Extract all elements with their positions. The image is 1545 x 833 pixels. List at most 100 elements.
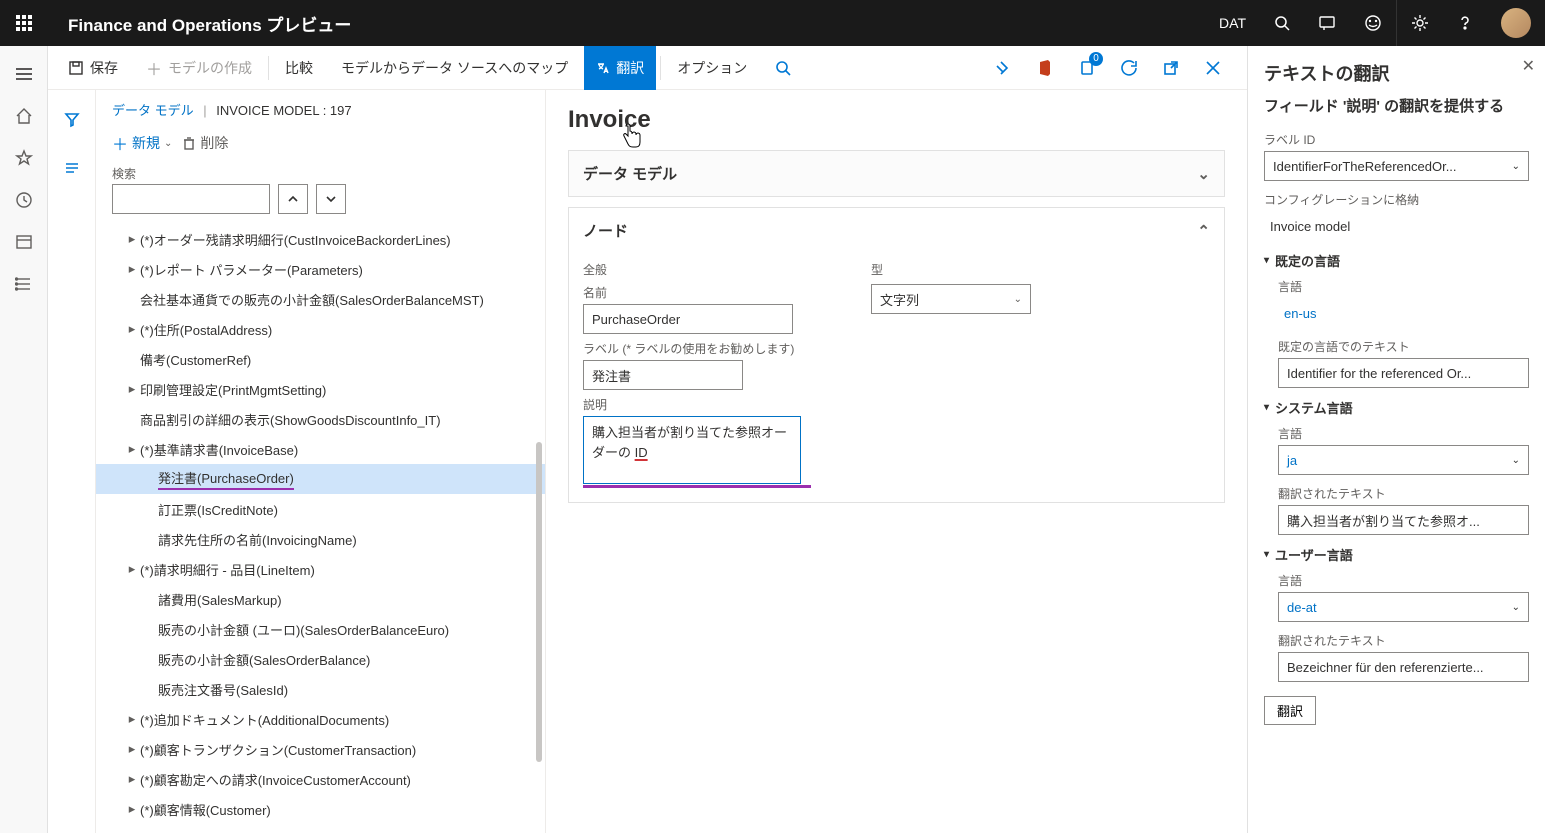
tree-node-label: (*)請求明細行 - 品目(LineItem) [140,560,315,579]
search-input[interactable] [112,184,270,214]
name-label: 名前 [583,284,811,301]
caret-icon[interactable]: ▸ [124,231,140,247]
settings-icon[interactable] [1397,0,1443,46]
new-button[interactable]: ＋新規⌄ [112,131,172,155]
default-text-field[interactable]: Identifier for the referenced Or... [1278,358,1529,388]
translate-button[interactable]: 翻訳 [584,46,656,90]
caret-icon[interactable]: ▸ [124,801,140,817]
company-picker[interactable]: DAT [1205,0,1260,46]
default-language-section[interactable]: 既定の言語 [1264,251,1529,270]
tree-node[interactable]: ▸印刷管理設定(PrintMgmtSetting) [96,374,545,404]
caret-icon[interactable]: ▸ [124,771,140,787]
tree-node-label: 訂正票(IsCreditNote) [158,500,278,519]
search-command-icon[interactable] [763,46,803,90]
map-to-datasource-button[interactable]: モデルからデータ ソースへのマップ [329,46,580,90]
description-field[interactable]: 購入担当者が割り当てた参照オーダーの ID [583,416,801,484]
tree-node[interactable]: ▸(*)顧客情報(Customer) [96,794,545,824]
tree-node-label: (*)顧客情報(Customer) [140,800,271,819]
tree-node[interactable]: 備考(CustomerRef) [96,344,545,374]
tree-node[interactable]: 販売注文番号(SalesId) [96,674,545,704]
system-translated-label: 翻訳されたテキスト [1278,485,1529,502]
tree-node[interactable]: 諸費用(SalesMarkup) [96,584,545,614]
chevron-down-icon[interactable]: ⌄ [1197,165,1210,183]
home-icon[interactable] [0,96,48,136]
tree-node[interactable]: 会社基本通貨での販売の小計金額(SalesOrderBalanceMST) [96,284,545,314]
list-toggle-icon[interactable] [48,148,96,188]
caret-icon[interactable]: ▸ [124,741,140,757]
form-panel: Invoice データ モデル ⌄ ノード ⌃ [546,90,1247,833]
brand-title: Finance and Operations プレビュー [48,11,351,36]
attach-icon[interactable] [985,50,1021,86]
tree-node[interactable]: 発注書(PurchaseOrder) [96,464,545,494]
waffle-icon[interactable] [0,0,48,46]
search-icon[interactable] [1260,0,1304,46]
tree-node[interactable]: 販売の小計金額(SalesOrderBalance) [96,644,545,674]
workspaces-icon[interactable] [0,222,48,262]
feedback-icon[interactable] [1350,0,1396,46]
tree-node[interactable]: ▸(*)レポート パラメーター(Parameters) [96,254,545,284]
office-icon[interactable] [1027,50,1063,86]
tree-node[interactable]: ▸(*)顧客勘定への請求(InvoiceCustomerAccount) [96,764,545,794]
create-model-button[interactable]: ＋ モデルの作成 [134,46,264,90]
tree-node[interactable]: ▸(*)顧客トランザクション(CustomerTransaction) [96,734,545,764]
model-tree[interactable]: ▸(*)オーダー残請求明細行(CustInvoiceBackorderLines… [96,222,545,833]
search-next-button[interactable] [316,184,346,214]
delete-button[interactable]: 削除 [182,133,228,153]
tree-node[interactable]: ▸(*)住所(PostalAddress) [96,314,545,344]
tree-node[interactable]: 商品割引の詳細の表示(ShowGoodsDiscountInfo_IT) [96,404,545,434]
notifications-icon[interactable]: 0 [1069,50,1105,86]
refresh-icon[interactable] [1111,50,1147,86]
system-lang-select[interactable]: ja⌄ [1278,445,1529,475]
tree-node[interactable]: 販売の小計金額 (ユーロ)(SalesOrderBalanceEuro) [96,614,545,644]
user-avatar[interactable] [1487,0,1545,46]
type-select[interactable]: 文字列 ⌄ [871,284,1031,314]
user-translated-field[interactable]: Bezeichner für den referenzierte... [1278,652,1529,682]
tree-node[interactable]: ▸(*)追加ドキュメント(AdditionalDocuments) [96,704,545,734]
options-button[interactable]: オプション [665,46,759,90]
system-translated-field[interactable]: 購入担当者が割り当てた参照オ... [1278,505,1529,535]
help-icon[interactable] [1443,0,1487,46]
tree-node[interactable]: 請求先住所の名前(InvoicingName) [96,524,545,554]
caret-icon[interactable]: ▸ [124,321,140,337]
close-icon[interactable] [1195,50,1231,86]
tree-node[interactable]: ▸(*)基準請求書(InvoiceBase) [96,434,545,464]
tree-node-label: (*)基準請求書(InvoiceBase) [140,440,298,459]
user-language-section[interactable]: ユーザー言語 [1264,545,1529,564]
favorites-icon[interactable] [0,138,48,178]
caret-icon[interactable]: ▸ [124,441,140,457]
caret-icon[interactable]: ▸ [124,711,140,727]
tree-node-label: 販売の小計金額 (ユーロ)(SalesOrderBalanceEuro) [158,620,449,639]
tree-node[interactable]: ▸(*)請求明細行 - 品目(LineItem) [96,554,545,584]
compare-button[interactable]: 比較 [273,46,325,90]
general-section-label: 全般 [583,261,811,278]
messages-icon[interactable] [1304,0,1350,46]
hamburger-icon[interactable] [0,54,48,94]
default-text-label: 既定の言語でのテキスト [1278,338,1529,355]
label-id-select[interactable]: IdentifierForTheReferencedOr...⌄ [1264,151,1529,181]
modules-icon[interactable] [0,264,48,304]
description-highlight [583,485,811,488]
translate-action-button[interactable]: 翻訳 [1264,696,1316,725]
close-panel-icon[interactable]: ✕ [1522,56,1535,76]
caret-icon[interactable]: ▸ [124,561,140,577]
recent-icon[interactable] [0,180,48,220]
left-nav-rail [0,46,48,833]
tree-node-label: 請求先住所の名前(InvoicingName) [158,530,357,549]
chevron-up-icon[interactable]: ⌃ [1197,222,1210,240]
popout-icon[interactable] [1153,50,1189,86]
translate-label: 翻訳 [616,58,644,78]
system-language-section[interactable]: システム言語 [1264,398,1529,417]
default-lang-value[interactable]: en-us [1278,298,1529,328]
label-field[interactable]: 発注書 [583,360,743,390]
save-button[interactable]: 保存 [56,46,130,90]
user-lang-select[interactable]: de-at⌄ [1278,592,1529,622]
filter-icon[interactable] [48,100,96,140]
name-field[interactable]: PurchaseOrder [583,304,793,334]
tree-node[interactable]: ▸(*)オーダー残請求明細行(CustInvoiceBackorderLines… [96,224,545,254]
caret-icon[interactable]: ▸ [124,261,140,277]
tree-node[interactable]: 訂正票(IsCreditNote) [96,494,545,524]
search-prev-button[interactable] [278,184,308,214]
breadcrumb-link[interactable]: データ モデル [112,103,194,118]
scrollbar-thumb[interactable] [536,442,542,762]
caret-icon[interactable]: ▸ [124,381,140,397]
